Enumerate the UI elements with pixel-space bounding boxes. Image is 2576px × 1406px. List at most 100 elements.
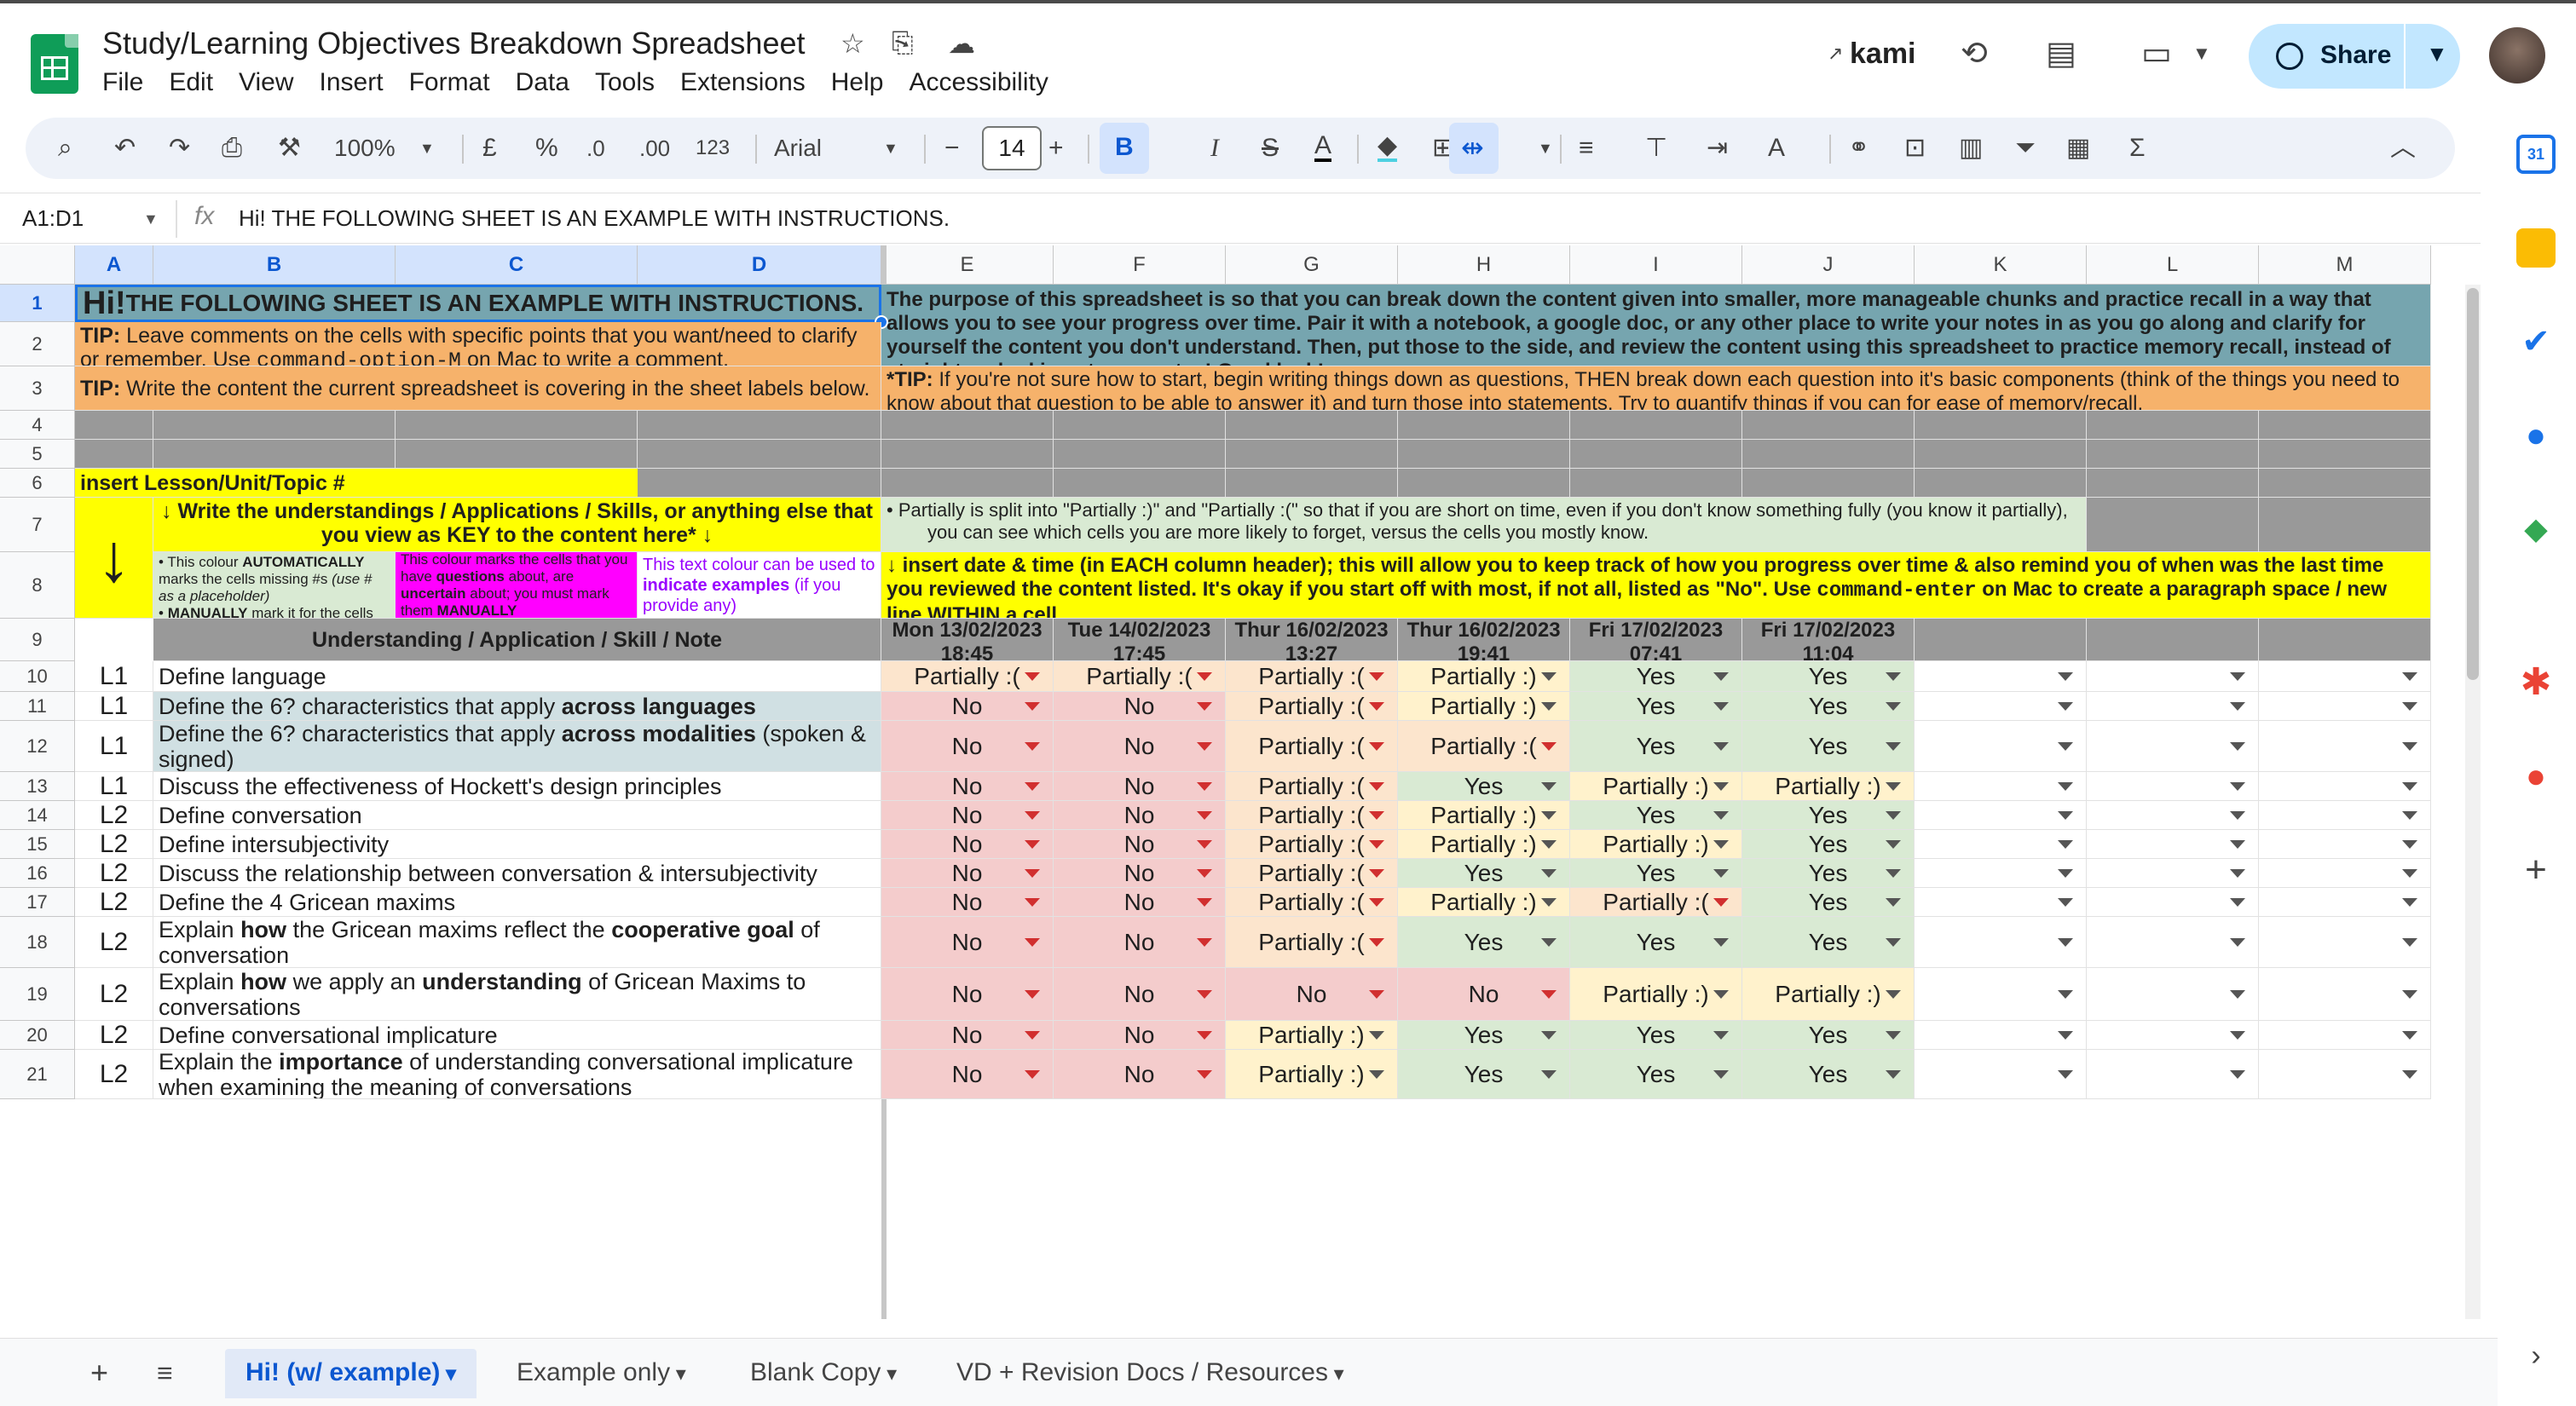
dropdown-caret-icon[interactable] (2402, 869, 2417, 878)
status-dropdown[interactable]: Yes (1398, 1021, 1570, 1050)
cell-a2-tip[interactable]: TIP: Leave comments on the cells with sp… (75, 322, 881, 366)
dropdown-caret-icon[interactable] (1369, 702, 1384, 711)
column-header-b[interactable]: B (153, 245, 396, 285)
status-dropdown[interactable]: Yes (1742, 917, 1915, 968)
sheet-tab[interactable]: Example only ▾ (517, 1354, 686, 1393)
dropdown-caret-icon[interactable] (2230, 898, 2245, 907)
status-dropdown[interactable]: Yes (1398, 772, 1570, 801)
row-header-8[interactable]: 8 (0, 552, 75, 619)
status-dropdown[interactable]: Yes (1570, 1021, 1742, 1050)
dropdown-caret-icon[interactable] (1025, 811, 1040, 820)
row-header-19[interactable]: 19 (0, 968, 75, 1021)
status-dropdown[interactable]: Partially :( (1054, 661, 1226, 692)
dropdown-caret-icon[interactable] (1541, 702, 1557, 711)
cell-gray[interactable] (881, 469, 1054, 498)
dropdown-caret-icon[interactable] (2402, 990, 2417, 999)
status-dropdown-empty[interactable] (2087, 917, 2259, 968)
cell-gray[interactable] (1570, 440, 1742, 469)
cell-item-text[interactable]: Explain how we apply an understanding of… (153, 968, 881, 1021)
cell-gray[interactable] (1915, 440, 2087, 469)
row-header-13[interactable]: 13 (0, 772, 75, 801)
row-header-7[interactable]: 7 (0, 498, 75, 552)
status-dropdown[interactable]: Partially :) (1570, 968, 1742, 1021)
status-dropdown-empty[interactable] (1915, 772, 2087, 801)
vertical-align-icon[interactable]: ⊤ (1645, 133, 1667, 164)
status-dropdown[interactable]: No (1054, 888, 1226, 917)
column-header-g[interactable]: G (1226, 245, 1398, 285)
dropdown-caret-icon[interactable] (1025, 898, 1040, 907)
status-dropdown-empty[interactable] (2259, 801, 2431, 830)
insert-chart-icon[interactable]: ▥ (1959, 133, 1983, 164)
status-dropdown[interactable]: Yes (1742, 692, 1915, 721)
cell-item-text[interactable]: Define the 6? characteristics that apply… (153, 721, 881, 772)
dropdown-caret-icon[interactable] (1025, 672, 1040, 681)
spreadsheet-grid[interactable]: A B C D E F G H I J K L M 1 2 3 4 5 6 7 8 9 10 11 12 13 14 15 16 17 18… (0, 245, 2481, 1319)
status-dropdown[interactable]: No (1054, 859, 1226, 888)
cell-item-text[interactable]: Define conversation (153, 801, 881, 830)
status-dropdown[interactable]: No (1054, 830, 1226, 859)
dropdown-caret-icon[interactable] (1713, 938, 1729, 947)
cell-item-id[interactable]: L2 (75, 1021, 153, 1050)
status-dropdown[interactable]: No (1054, 1021, 1226, 1050)
dropdown-caret-icon[interactable] (1025, 702, 1040, 711)
move-folder-icon[interactable]: ⎘ (892, 27, 914, 60)
status-dropdown[interactable]: Partially :) (1226, 1021, 1398, 1050)
italic-button[interactable]: I (1210, 133, 1219, 164)
cell-item-id[interactable]: L1 (75, 661, 153, 692)
collapse-toolbar-icon[interactable]: ︿ (2390, 133, 2416, 164)
status-dropdown-empty[interactable] (2259, 772, 2431, 801)
dropdown-caret-icon[interactable] (2058, 1031, 2073, 1040)
status-dropdown[interactable]: No (1054, 1050, 1226, 1099)
cell-item-text[interactable]: Define language (153, 661, 881, 692)
print-icon[interactable]: ⎙ (222, 133, 242, 164)
tab-menu-icon[interactable]: ▾ (440, 1363, 456, 1386)
dropdown-caret-icon[interactable] (1369, 811, 1384, 820)
dropdown-caret-icon[interactable] (2230, 1031, 2245, 1040)
dropdown-caret-icon[interactable] (2402, 1070, 2417, 1079)
formula-input[interactable]: Hi! THE FOLLOWING SHEET IS AN EXAMPLE WI… (239, 205, 950, 232)
column-header-j[interactable]: J (1742, 245, 1915, 285)
dropdown-caret-icon[interactable] (2402, 702, 2417, 711)
cell-gray[interactable] (638, 411, 881, 440)
dropdown-caret-icon[interactable] (2058, 782, 2073, 791)
cell-item-text[interactable]: Explain how the Gricean maxims reflect t… (153, 917, 881, 968)
menu-help[interactable]: Help (831, 68, 884, 97)
dropdown-caret-icon[interactable] (1886, 702, 1901, 711)
status-dropdown[interactable]: Partially :( (1226, 661, 1398, 692)
status-dropdown-empty[interactable] (1915, 661, 2087, 692)
cell-e7-partially-note[interactable]: • Partially is split into "Partially :)"… (881, 498, 2087, 552)
status-dropdown[interactable]: Yes (1742, 661, 1915, 692)
user-avatar[interactable] (2489, 27, 2545, 84)
cell-gray[interactable] (2087, 411, 2259, 440)
cell-gray[interactable] (153, 440, 396, 469)
dropdown-caret-icon[interactable] (2230, 1070, 2245, 1079)
dropdown-caret-icon[interactable] (1197, 898, 1212, 907)
cell-item-id[interactable]: L2 (75, 830, 153, 859)
dropdown-caret-icon[interactable] (1369, 742, 1384, 751)
filter-views-icon[interactable]: ▦ (2066, 133, 2090, 164)
status-dropdown[interactable]: No (881, 772, 1054, 801)
cell-gray[interactable] (1226, 411, 1398, 440)
get-addons-icon[interactable]: + (2516, 850, 2556, 890)
dropdown-caret-icon[interactable] (1025, 869, 1040, 878)
cell-gray[interactable] (1398, 440, 1570, 469)
row-header-5[interactable]: 5 (0, 440, 75, 469)
comments-icon[interactable]: ▤ (2046, 34, 2076, 72)
status-dropdown[interactable]: Yes (1742, 830, 1915, 859)
column-header-k[interactable]: K (1915, 245, 2087, 285)
star-icon[interactable]: ☆ (840, 27, 865, 60)
status-dropdown[interactable]: Yes (1742, 859, 1915, 888)
cell-gray[interactable] (1570, 469, 1742, 498)
status-dropdown[interactable]: No (1054, 917, 1226, 968)
menu-extensions[interactable]: Extensions (680, 68, 806, 97)
status-dropdown-empty[interactable] (1915, 692, 2087, 721)
asterisk-addon-icon[interactable]: ✱ (2516, 663, 2556, 702)
dropdown-caret-icon[interactable] (1713, 990, 1729, 999)
row-header-1[interactable]: 1 (0, 285, 75, 322)
dropdown-caret-icon[interactable] (1369, 898, 1384, 907)
share-dropdown-icon[interactable]: ▼ (2426, 41, 2448, 67)
dropdown-caret-icon[interactable] (1369, 1031, 1384, 1040)
status-dropdown-empty[interactable] (2087, 721, 2259, 772)
dropdown-caret-icon[interactable] (1025, 782, 1040, 791)
dropdown-caret-icon[interactable] (1541, 782, 1557, 791)
